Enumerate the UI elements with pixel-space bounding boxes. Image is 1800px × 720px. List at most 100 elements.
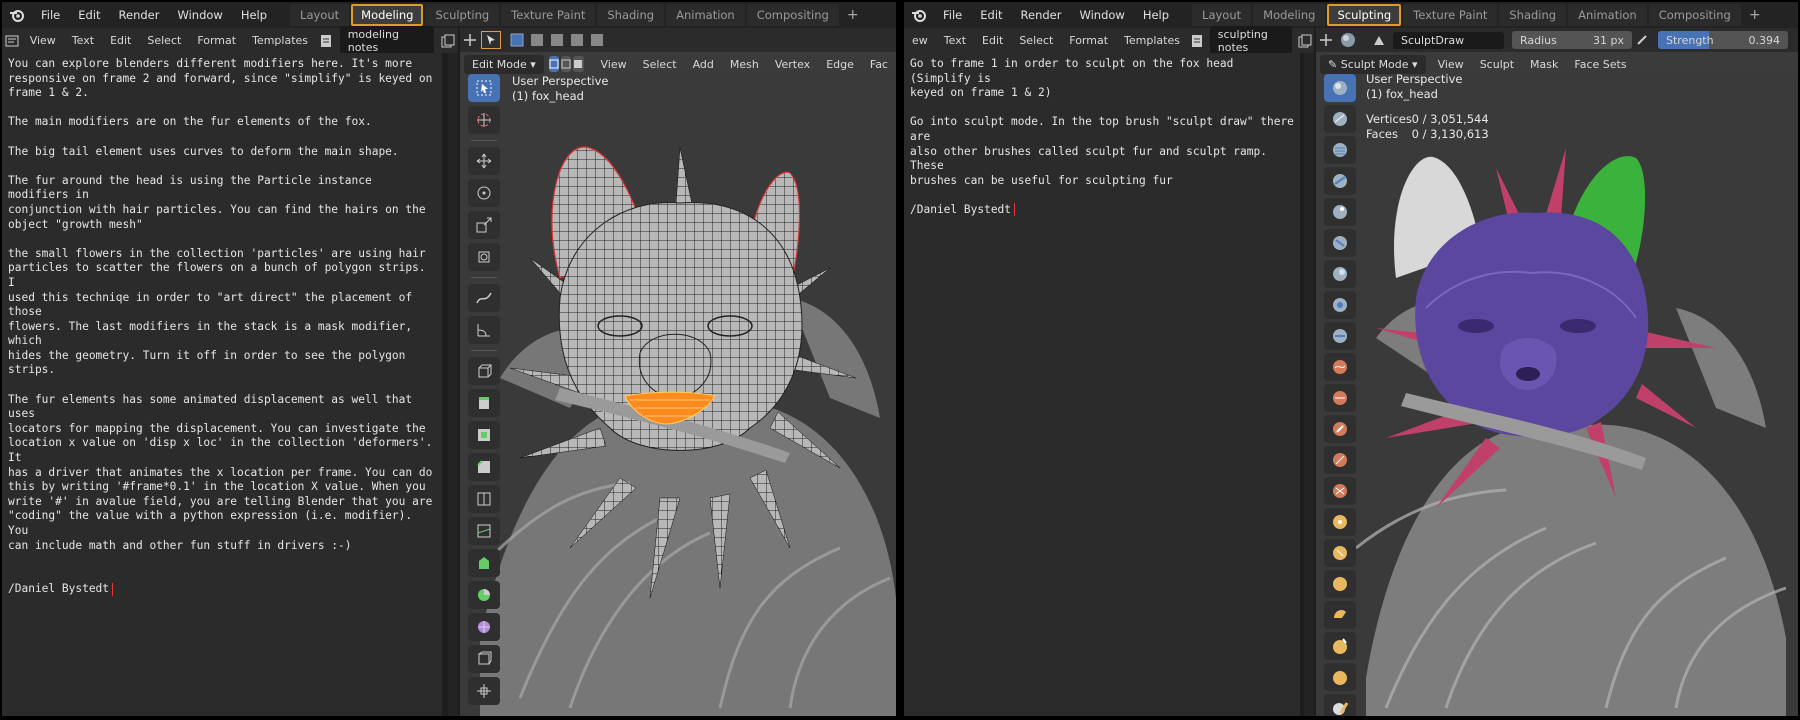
menu-window[interactable]: Window bbox=[168, 8, 231, 22]
poly-build-icon[interactable] bbox=[468, 549, 500, 577]
transform-pivot-icon[interactable] bbox=[461, 32, 479, 48]
menu-render[interactable]: Render bbox=[110, 8, 169, 22]
menu-help[interactable]: Help bbox=[1134, 8, 1178, 22]
tab-modeling[interactable]: Modeling bbox=[1253, 4, 1326, 26]
cursor-icon[interactable] bbox=[468, 106, 500, 134]
multiplane-scrape-brush-icon[interactable] bbox=[1324, 477, 1356, 505]
tab-compositing[interactable]: Compositing bbox=[1648, 4, 1741, 26]
menu-edit[interactable]: Edit bbox=[971, 8, 1011, 22]
viewport-menu-vertex[interactable]: Vertex bbox=[767, 58, 818, 71]
scrape-brush-icon[interactable] bbox=[1324, 446, 1356, 474]
select-mode-new-icon[interactable] bbox=[508, 32, 526, 48]
viewport-menu-mask[interactable]: Mask bbox=[1522, 58, 1566, 71]
inset-icon[interactable] bbox=[468, 421, 500, 449]
add-workspace-button[interactable]: + bbox=[841, 4, 865, 26]
viewport-menu-face[interactable]: Fac bbox=[862, 58, 896, 71]
mode-dropdown[interactable]: ✎ Sculpt Mode ▾ bbox=[1320, 54, 1426, 74]
crease-brush-icon[interactable] bbox=[1324, 322, 1356, 350]
blender-logo-icon[interactable] bbox=[2, 8, 32, 22]
edge-select-icon[interactable] bbox=[561, 56, 572, 72]
tab-layout[interactable]: Layout bbox=[1192, 4, 1252, 26]
text-menu-format[interactable]: Format bbox=[189, 34, 244, 47]
text-menu-text[interactable]: Text bbox=[64, 34, 102, 47]
pressure-radius-icon[interactable] bbox=[1633, 32, 1651, 48]
viewport-menu-view[interactable]: View bbox=[593, 58, 635, 71]
menu-render[interactable]: Render bbox=[1012, 8, 1071, 22]
viewport-menu-sculpt[interactable]: Sculpt bbox=[1472, 58, 1522, 71]
3d-viewport[interactable]: Edit Mode ▾ View Select Add Mesh Vertex … bbox=[460, 28, 896, 716]
blender-logo-icon[interactable] bbox=[904, 8, 934, 22]
duplicate-text-icon[interactable] bbox=[440, 33, 456, 49]
draw-brush-icon[interactable] bbox=[1324, 74, 1356, 102]
text-menu-templates[interactable]: Templates bbox=[1116, 34, 1188, 47]
viewport-menu-edge[interactable]: Edge bbox=[818, 58, 862, 71]
tab-modeling[interactable]: Modeling bbox=[351, 4, 424, 26]
shrink-fatten-icon[interactable] bbox=[468, 645, 500, 673]
viewport-menu-face-sets[interactable]: Face Sets bbox=[1566, 58, 1634, 71]
blob-brush-icon[interactable] bbox=[1324, 291, 1356, 319]
viewport-menu-view[interactable]: View bbox=[1430, 58, 1472, 71]
smooth-brush-icon[interactable] bbox=[1324, 353, 1356, 381]
smooth-icon[interactable] bbox=[468, 613, 500, 641]
tab-compositing[interactable]: Compositing bbox=[746, 4, 839, 26]
3d-viewport[interactable]: SculptDraw Radius 31 px Strength 0.394 ✎… bbox=[1316, 28, 1798, 716]
clay-brush-icon[interactable] bbox=[1324, 136, 1356, 164]
brush-name-field[interactable]: SculptDraw bbox=[1393, 31, 1504, 49]
rotate-icon[interactable] bbox=[468, 179, 500, 207]
text-editor-body[interactable]: You can explore blenders different modif… bbox=[2, 53, 442, 716]
text-datablock-icon[interactable] bbox=[1190, 33, 1204, 49]
menu-file[interactable]: File bbox=[32, 8, 69, 22]
annotate-icon[interactable] bbox=[468, 284, 500, 312]
select-mode-subtract-icon[interactable] bbox=[548, 32, 566, 48]
draw-sharp-brush-icon[interactable] bbox=[1324, 105, 1356, 133]
tab-sculpting[interactable]: Sculpting bbox=[425, 4, 500, 26]
mode-dropdown[interactable]: Edit Mode ▾ bbox=[464, 54, 544, 74]
viewport-menu-select[interactable]: Select bbox=[635, 58, 685, 71]
text-name-field[interactable]: sculpting notes bbox=[1209, 25, 1292, 56]
text-menu-templates[interactable]: Templates bbox=[244, 34, 316, 47]
text-menu-view[interactable]: View bbox=[22, 34, 64, 47]
text-menu-view[interactable]: ew bbox=[904, 34, 936, 47]
brush-datablock-icon[interactable] bbox=[1370, 32, 1388, 48]
text-menu-edit[interactable]: Edit bbox=[102, 34, 139, 47]
text-scrollbar[interactable] bbox=[1304, 53, 1314, 716]
viewport-menu-add[interactable]: Add bbox=[685, 58, 722, 71]
text-name-field[interactable]: modeling notes bbox=[339, 25, 435, 56]
editor-type-icon[interactable] bbox=[4, 33, 20, 49]
transform-pivot-icon[interactable] bbox=[1317, 32, 1335, 48]
fill-brush-icon[interactable] bbox=[1324, 415, 1356, 443]
menu-window[interactable]: Window bbox=[1070, 8, 1133, 22]
tab-animation[interactable]: Animation bbox=[666, 4, 745, 26]
strength-slider[interactable]: Strength 0.394 bbox=[1658, 31, 1788, 49]
select-mode-extend-icon[interactable] bbox=[528, 32, 546, 48]
clay-thumb-brush-icon[interactable] bbox=[1324, 198, 1356, 226]
spin-icon[interactable] bbox=[468, 581, 500, 609]
inflate-brush-icon[interactable] bbox=[1324, 260, 1356, 288]
tab-shading[interactable]: Shading bbox=[1499, 4, 1567, 26]
menu-file[interactable]: File bbox=[934, 8, 971, 22]
tab-texture-paint[interactable]: Texture Paint bbox=[1403, 4, 1498, 26]
tab-shading[interactable]: Shading bbox=[597, 4, 665, 26]
shear-icon[interactable] bbox=[468, 677, 500, 705]
tab-texture-paint[interactable]: Texture Paint bbox=[501, 4, 596, 26]
scale-icon[interactable] bbox=[468, 211, 500, 239]
transform-icon[interactable] bbox=[468, 243, 500, 271]
extrude-icon[interactable] bbox=[468, 389, 500, 417]
text-menu-select[interactable]: Select bbox=[1011, 34, 1061, 47]
tab-layout[interactable]: Layout bbox=[290, 4, 350, 26]
elastic-deform-brush-icon[interactable] bbox=[1324, 570, 1356, 598]
snake-hook-brush-icon[interactable] bbox=[1324, 601, 1356, 629]
sculpt-brush-icon[interactable] bbox=[1337, 32, 1359, 48]
clay-strips-brush-icon[interactable] bbox=[1324, 167, 1356, 195]
menu-edit[interactable]: Edit bbox=[69, 8, 109, 22]
vertex-select-icon[interactable] bbox=[548, 56, 560, 72]
add-cube-icon[interactable] bbox=[468, 357, 500, 385]
bevel-icon[interactable] bbox=[468, 453, 500, 481]
text-menu-edit[interactable]: Edit bbox=[974, 34, 1011, 47]
pinch-brush-icon[interactable] bbox=[1324, 508, 1356, 536]
nudge-brush-icon[interactable] bbox=[1324, 694, 1356, 716]
text-menu-text[interactable]: Text bbox=[936, 34, 974, 47]
move-icon[interactable] bbox=[468, 147, 500, 175]
text-menu-format[interactable]: Format bbox=[1061, 34, 1116, 47]
text-datablock-icon[interactable] bbox=[318, 33, 334, 49]
